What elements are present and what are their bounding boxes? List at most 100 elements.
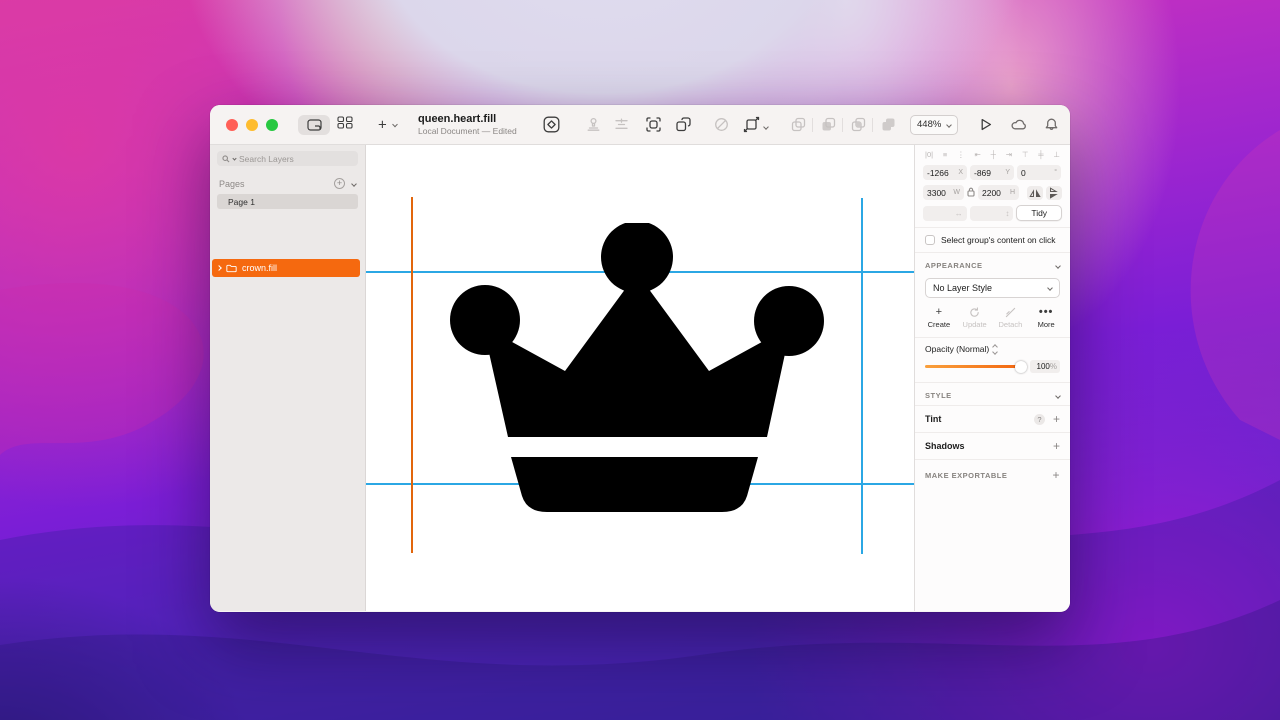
cloud-sync-button[interactable] — [1009, 116, 1027, 134]
page-name: Page 1 — [228, 196, 255, 207]
align-right-icon[interactable]: ⇥ — [1006, 150, 1012, 159]
width-value: 3300 — [927, 187, 946, 198]
boolean-difference-button[interactable] — [879, 116, 897, 134]
crown-shape[interactable] — [450, 223, 830, 523]
close-window-button[interactable] — [226, 118, 238, 131]
horizontal-resizing-field[interactable]: ↔ — [923, 205, 967, 221]
resize-constraints-row: ↔ ↕ Tidy — [915, 202, 1070, 223]
union-icon — [791, 117, 805, 132]
notifications-button[interactable] — [1042, 116, 1060, 134]
detach-style-button[interactable]: Detach — [993, 306, 1029, 329]
more-style-options-button[interactable]: ••• More — [1028, 306, 1064, 329]
distribute-vertical-icon[interactable]: ≡ — [943, 150, 947, 159]
update-style-button[interactable]: Update — [957, 306, 993, 329]
disclosure-chevron-icon[interactable] — [216, 265, 222, 271]
flip-horizontal-button[interactable] — [1027, 185, 1043, 200]
canvas[interactable] — [366, 145, 914, 611]
rotation-value: 0 — [1021, 167, 1026, 178]
scale-button[interactable] — [742, 116, 760, 134]
align-center-h-icon[interactable]: ┼ — [991, 150, 996, 159]
opacity-value-field[interactable]: 100 % — [1030, 360, 1060, 373]
swap-element-button[interactable] — [674, 116, 692, 134]
x-position-field[interactable]: -1266 X — [923, 165, 967, 180]
minimize-window-button[interactable] — [246, 118, 258, 131]
tidy-button[interactable]: Tidy — [1016, 205, 1062, 221]
insert-menu-button[interactable]: + — [378, 117, 398, 132]
add-shadow-button[interactable]: + — [1053, 440, 1060, 452]
toggle-sidebar-button[interactable] — [298, 114, 330, 135]
distribute-button[interactable] — [612, 116, 630, 134]
search-layers-field[interactable] — [217, 151, 358, 166]
vertical-resize-icon: ↕ — [1005, 208, 1010, 218]
inspector-panel: |0| ≡ ⋮ ⇤ ┼ ⇥ ⊤ ╪ ⊥ -1266 X -869 Y 0 ° 3… — [914, 145, 1070, 611]
y-position-field[interactable]: -869 Y — [970, 165, 1014, 180]
height-field[interactable]: 2200 H — [978, 185, 1019, 200]
zoom-level-dropdown[interactable]: 448% — [910, 114, 958, 135]
vertical-resizing-field[interactable]: ↕ — [969, 205, 1014, 221]
rotation-field[interactable]: 0 ° — [1017, 165, 1061, 180]
style-section-header: STYLE — [915, 382, 1070, 405]
document-title: queen.heart.fill — [418, 112, 497, 125]
collapse-appearance-chevron-icon[interactable] — [1055, 262, 1061, 269]
boolean-intersect-button[interactable] — [849, 116, 867, 134]
align-left-icon[interactable]: ⇤ — [974, 150, 980, 159]
toggle-grid-view-button[interactable] — [337, 115, 353, 134]
blend-mode-stepper-icon[interactable] — [992, 343, 999, 355]
align-middle-v-icon[interactable]: ╪ — [1038, 150, 1043, 159]
search-input[interactable] — [239, 153, 339, 164]
document-title-block[interactable]: queen.heart.fill Local Document — Edited — [418, 112, 517, 136]
cloud-icon — [1010, 119, 1026, 130]
boolean-union-button[interactable] — [789, 116, 807, 134]
flip-vertical-button[interactable] — [1046, 185, 1062, 200]
vertical-guide-orange[interactable] — [411, 197, 413, 553]
layer-list-item-selected[interactable]: crown.fill — [212, 259, 360, 277]
mask-button[interactable] — [712, 116, 730, 134]
chevron-down-icon — [1047, 285, 1053, 291]
zoom-level-value: 448% — [917, 119, 942, 130]
tidy-spacing-icon[interactable]: |0| — [925, 150, 933, 159]
detach-label: Detach — [998, 320, 1023, 329]
intersect-icon — [851, 117, 865, 132]
window-content: Pages + Page 1 crown.fill — [210, 145, 1070, 611]
y-value: -869 — [974, 167, 992, 178]
opacity-slider[interactable] — [925, 360, 1027, 373]
distribute-spacing-icon[interactable]: ⋮ — [957, 150, 965, 159]
add-page-button[interactable]: + — [334, 178, 345, 189]
rotation-unit-label: ° — [1054, 169, 1057, 176]
group-content-checkbox[interactable] — [925, 235, 935, 245]
add-export-button[interactable]: + — [1052, 469, 1060, 481]
align-top-icon[interactable]: ⊤ — [1022, 150, 1029, 159]
play-icon — [981, 118, 991, 131]
style-actions-row: + Create Update Detach ••• More — [915, 304, 1070, 338]
insert-shape-button[interactable] — [542, 116, 560, 134]
zoom-window-button[interactable] — [266, 118, 278, 131]
collapse-pages-chevron-icon[interactable] — [351, 180, 357, 187]
add-tint-button[interactable]: + — [1053, 413, 1060, 425]
flip-vertical-icon — [1050, 186, 1058, 199]
size-row: 3300 W 2200 H — [915, 182, 1070, 202]
tint-help-icon[interactable]: ? — [1033, 413, 1045, 425]
align-bottom-icon[interactable]: ⊥ — [1053, 150, 1060, 159]
vertical-guide-blue[interactable] — [861, 198, 863, 554]
x-value: -1266 — [927, 167, 949, 178]
opacity-unit-label: % — [1049, 362, 1057, 371]
page-list-item[interactable]: Page 1 — [217, 194, 358, 209]
create-style-button[interactable]: + Create — [921, 306, 957, 329]
edit-vector-icon — [645, 117, 661, 132]
titlebar: + queen.heart.fill Local Document — Edit… — [210, 105, 1070, 145]
scale-menu-chevron-icon[interactable] — [763, 123, 769, 130]
search-filter-chevron-icon — [232, 156, 237, 161]
create-symbol-button[interactable] — [584, 116, 602, 134]
lock-proportions-button[interactable] — [967, 187, 975, 199]
update-refresh-icon — [970, 306, 979, 317]
opacity-slider-thumb[interactable] — [1015, 360, 1027, 373]
collapse-style-chevron-icon[interactable] — [1055, 392, 1061, 399]
group-content-label: Select group's content on click — [941, 235, 1056, 245]
opacity-value: 100 — [1036, 362, 1050, 371]
edit-vector-button[interactable] — [644, 116, 662, 134]
preview-button[interactable] — [976, 116, 994, 134]
width-field[interactable]: 3300 W — [923, 185, 964, 200]
boolean-subtract-button[interactable] — [819, 116, 837, 134]
layer-style-dropdown[interactable]: No Layer Style — [925, 278, 1060, 298]
toolbar-divider — [812, 118, 813, 132]
